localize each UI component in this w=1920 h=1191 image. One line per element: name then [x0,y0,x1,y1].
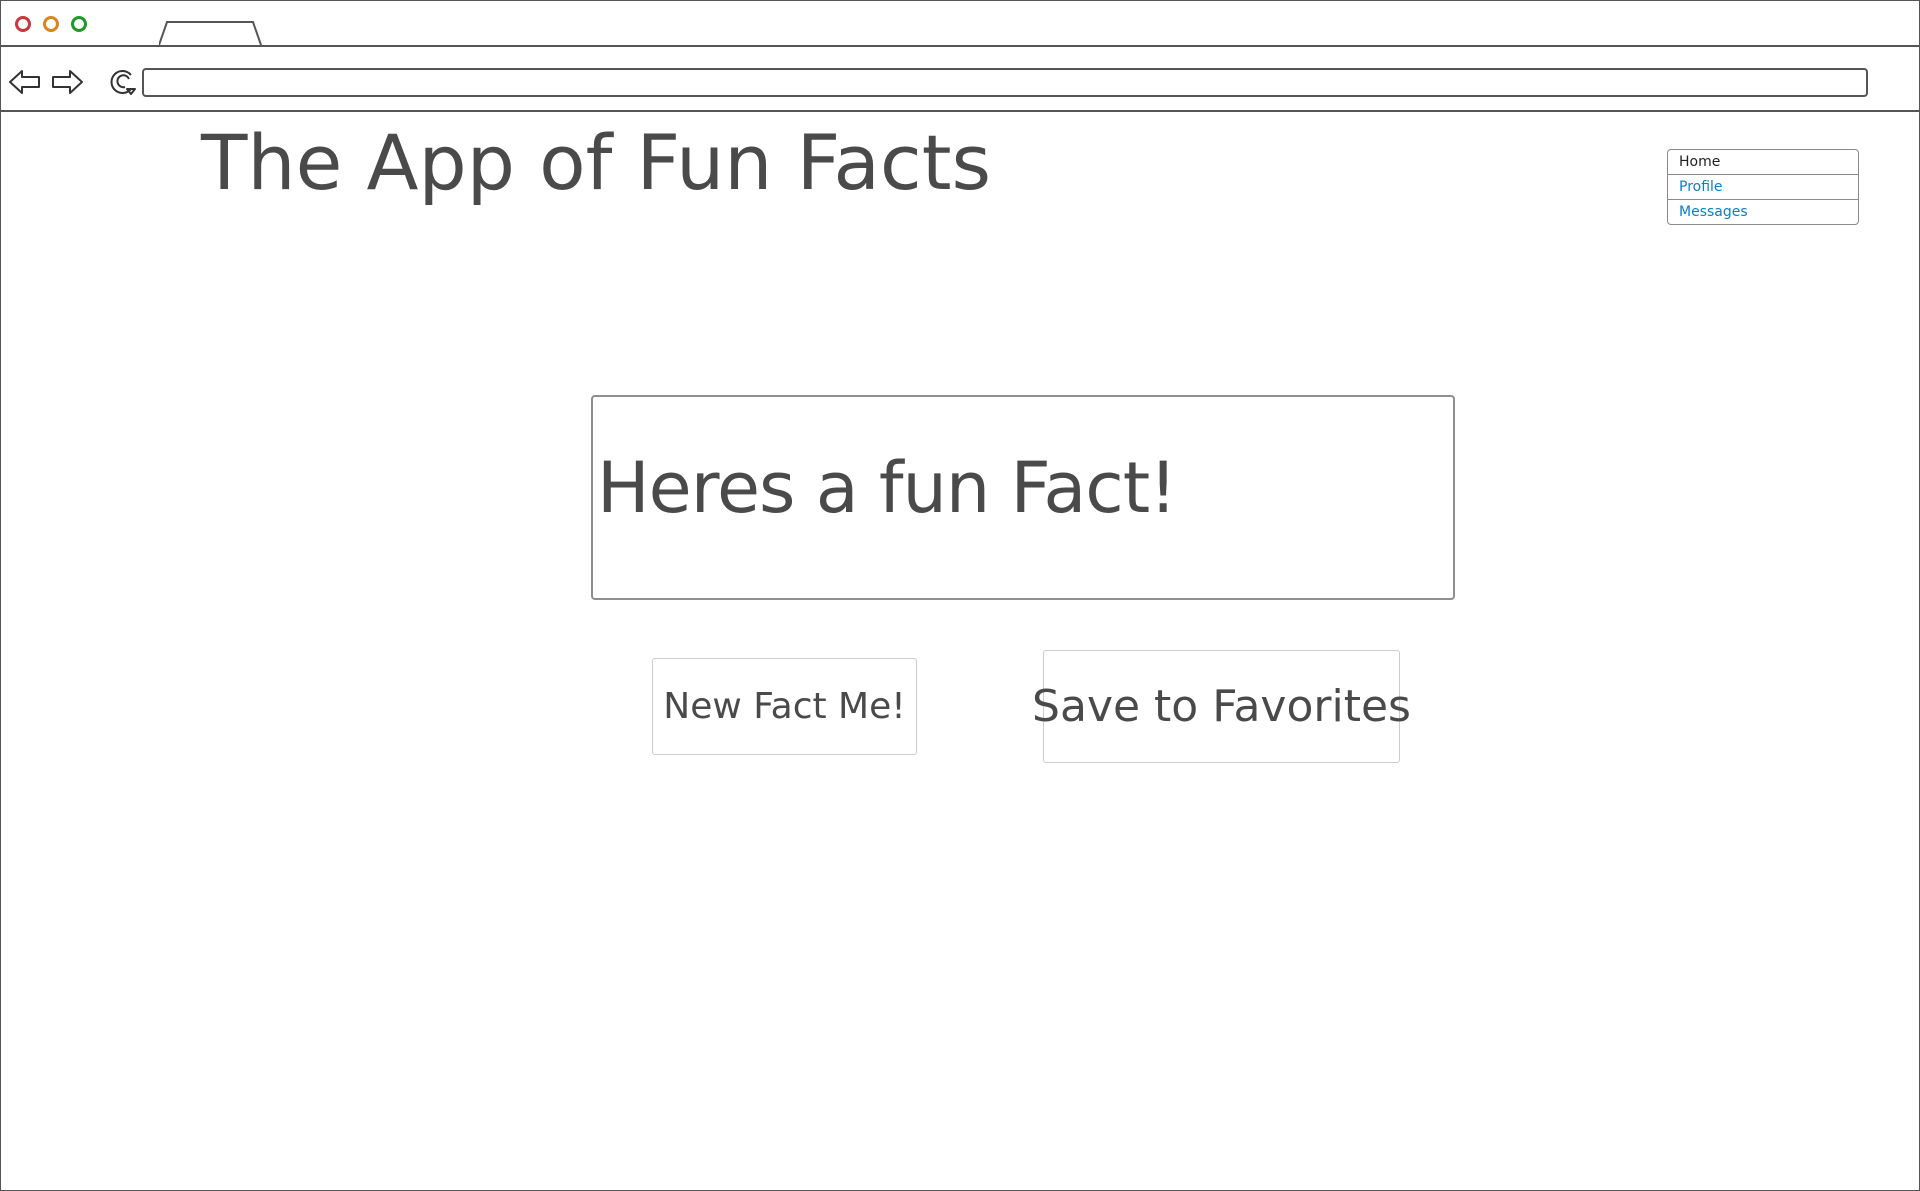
minimize-window-button[interactable] [43,16,59,32]
close-window-button[interactable] [15,16,31,32]
new-fact-button[interactable]: New Fact Me! [652,658,917,755]
address-bar[interactable] [142,68,1868,97]
nav-item-messages[interactable]: Messages [1668,200,1858,224]
nav-item-profile[interactable]: Profile [1668,175,1858,200]
browser-tab[interactable] [159,21,263,45]
maximize-window-button[interactable] [71,16,87,32]
nav-item-home[interactable]: Home [1668,150,1858,175]
nav-menu: Home Profile Messages [1667,149,1859,225]
save-to-favorites-button[interactable]: Save to Favorites [1032,650,1411,763]
fact-display-box: Heres a fun Fact! [591,395,1455,600]
page-title: The App of Fun Facts [201,118,992,207]
reload-icon[interactable] [107,67,139,97]
browser-window: The App of Fun Facts Home Profile Messag… [0,0,1920,1191]
address-toolbar [1,47,1919,112]
tab-strip [1,1,1919,47]
fact-text: Heres a fun Fact! [597,447,1177,529]
back-arrow-icon[interactable] [8,67,42,97]
forward-arrow-icon[interactable] [50,67,84,97]
